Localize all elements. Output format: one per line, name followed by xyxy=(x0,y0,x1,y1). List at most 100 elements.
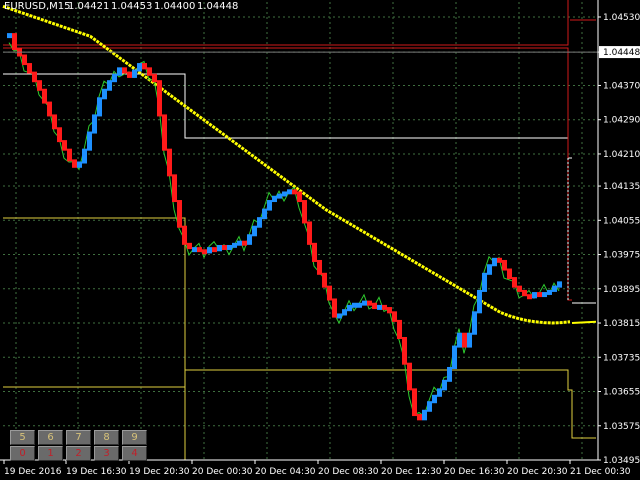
price-bar xyxy=(422,409,427,421)
panel-button-0[interactable]: 0 xyxy=(10,446,35,461)
price-bar xyxy=(122,67,127,74)
price-bar xyxy=(472,311,477,335)
close-price: 1.04448 xyxy=(197,1,238,12)
time-tick-label: 21 Dec 00:30 xyxy=(570,467,631,477)
price-axis-bg xyxy=(598,0,640,480)
price-bar xyxy=(262,208,267,220)
price-bar xyxy=(97,97,102,117)
price-tick-label: 1.04055 xyxy=(603,216,640,226)
price-bar xyxy=(227,244,232,250)
price-bar xyxy=(337,313,342,319)
price-bar xyxy=(182,225,187,245)
price-bar xyxy=(542,292,547,298)
time-tick-label: 19 Dec 16:30 xyxy=(66,467,127,477)
price-bar xyxy=(267,200,272,211)
price-bar xyxy=(132,69,137,78)
price-tick-label: 1.03975 xyxy=(603,251,640,261)
price-tick-label: 1.03815 xyxy=(603,319,640,329)
price-bar xyxy=(462,332,467,348)
panel-button-4[interactable]: 4 xyxy=(122,446,147,461)
price-tick-label: 1.04210 xyxy=(603,150,640,160)
price-bar xyxy=(517,285,522,292)
price-bar xyxy=(307,221,312,245)
price-bar xyxy=(92,114,97,134)
price-bar xyxy=(217,244,222,252)
price-bar xyxy=(167,148,172,177)
slow-ma-tail xyxy=(571,320,597,325)
price-bar xyxy=(107,80,112,91)
price-bar xyxy=(242,240,247,246)
price-bar xyxy=(152,73,157,83)
panel-button-9[interactable]: 9 xyxy=(122,430,147,445)
price-bar xyxy=(502,259,507,271)
price-bar xyxy=(47,101,52,117)
price-bar xyxy=(367,300,372,306)
price-bar xyxy=(312,242,317,262)
price-bar xyxy=(457,332,462,348)
price-bar xyxy=(497,257,502,263)
price-bar xyxy=(42,88,47,104)
panel-button-7[interactable]: 7 xyxy=(66,430,91,445)
time-tick-label: 20 Dec 16:30 xyxy=(444,467,505,477)
price-bar xyxy=(197,247,202,253)
price-bar xyxy=(137,63,142,72)
price-bar xyxy=(412,388,417,417)
panel-button-3[interactable]: 3 xyxy=(94,446,119,461)
panel-button-6[interactable]: 6 xyxy=(38,430,63,445)
price-bar xyxy=(222,244,227,250)
price-bar xyxy=(507,268,512,280)
price-tick-label: 1.04530 xyxy=(603,13,640,23)
price-bar xyxy=(327,285,332,301)
price-bar xyxy=(252,225,257,237)
chart-title: EURUSD,M15 1.04421 1.04453 1.04400 1.044… xyxy=(4,1,238,12)
time-tick-label: 20 Dec 12:30 xyxy=(381,467,442,477)
price-bar xyxy=(297,191,302,203)
price-bar xyxy=(487,264,492,275)
price-bar xyxy=(492,257,497,267)
panel-button-1[interactable]: 1 xyxy=(38,446,63,461)
price-bar xyxy=(347,304,352,312)
price-bar xyxy=(332,298,337,318)
price-bar xyxy=(87,131,92,151)
chart-background xyxy=(0,0,640,480)
price-bar xyxy=(77,161,82,168)
time-tick-label: 20 Dec 00:30 xyxy=(192,467,253,477)
price-bar xyxy=(67,148,72,162)
panel-button-5[interactable]: 5 xyxy=(10,430,35,445)
price-bar xyxy=(282,191,287,197)
price-bar xyxy=(232,242,237,248)
panel-button-2[interactable]: 2 xyxy=(66,446,91,461)
price-bar xyxy=(372,302,377,310)
price-bar xyxy=(537,292,542,298)
price-bar xyxy=(207,247,212,254)
price-bar xyxy=(82,148,87,164)
bid-price: 1.04421 xyxy=(68,1,109,12)
price-bar xyxy=(177,200,182,228)
price-tick-label: 1.04448 xyxy=(603,48,640,58)
price-bar xyxy=(442,379,447,391)
price-bar xyxy=(477,289,482,314)
price-bar xyxy=(447,366,452,382)
panel-button-8[interactable]: 8 xyxy=(94,430,119,445)
price-bar xyxy=(202,249,207,255)
price-bar xyxy=(397,319,402,340)
price-bar xyxy=(302,200,307,224)
price-bar xyxy=(437,388,442,397)
price-bar xyxy=(402,337,407,365)
price-chart[interactable]: 1.04530 1.04448 1.04370 1.04290 1.04210 1.041… xyxy=(0,0,640,480)
price-tick-label: 1.03655 xyxy=(603,388,640,398)
time-tick-label: 20 Dec 08:30 xyxy=(318,467,379,477)
price-bar xyxy=(527,294,532,300)
price-tick-label: 1.04135 xyxy=(603,182,640,192)
price-bar xyxy=(342,309,347,316)
price-bar xyxy=(147,67,152,76)
price-bar xyxy=(392,311,397,322)
price-bar xyxy=(57,127,62,143)
price-bar xyxy=(52,114,57,130)
price-tick-label: 1.03495 xyxy=(603,456,640,466)
price-bar xyxy=(417,414,422,421)
price-bar xyxy=(157,80,162,117)
price-bar xyxy=(382,304,387,310)
price-bar xyxy=(162,114,167,151)
symbol-timeframe: EURUSD,M15 xyxy=(4,1,70,12)
